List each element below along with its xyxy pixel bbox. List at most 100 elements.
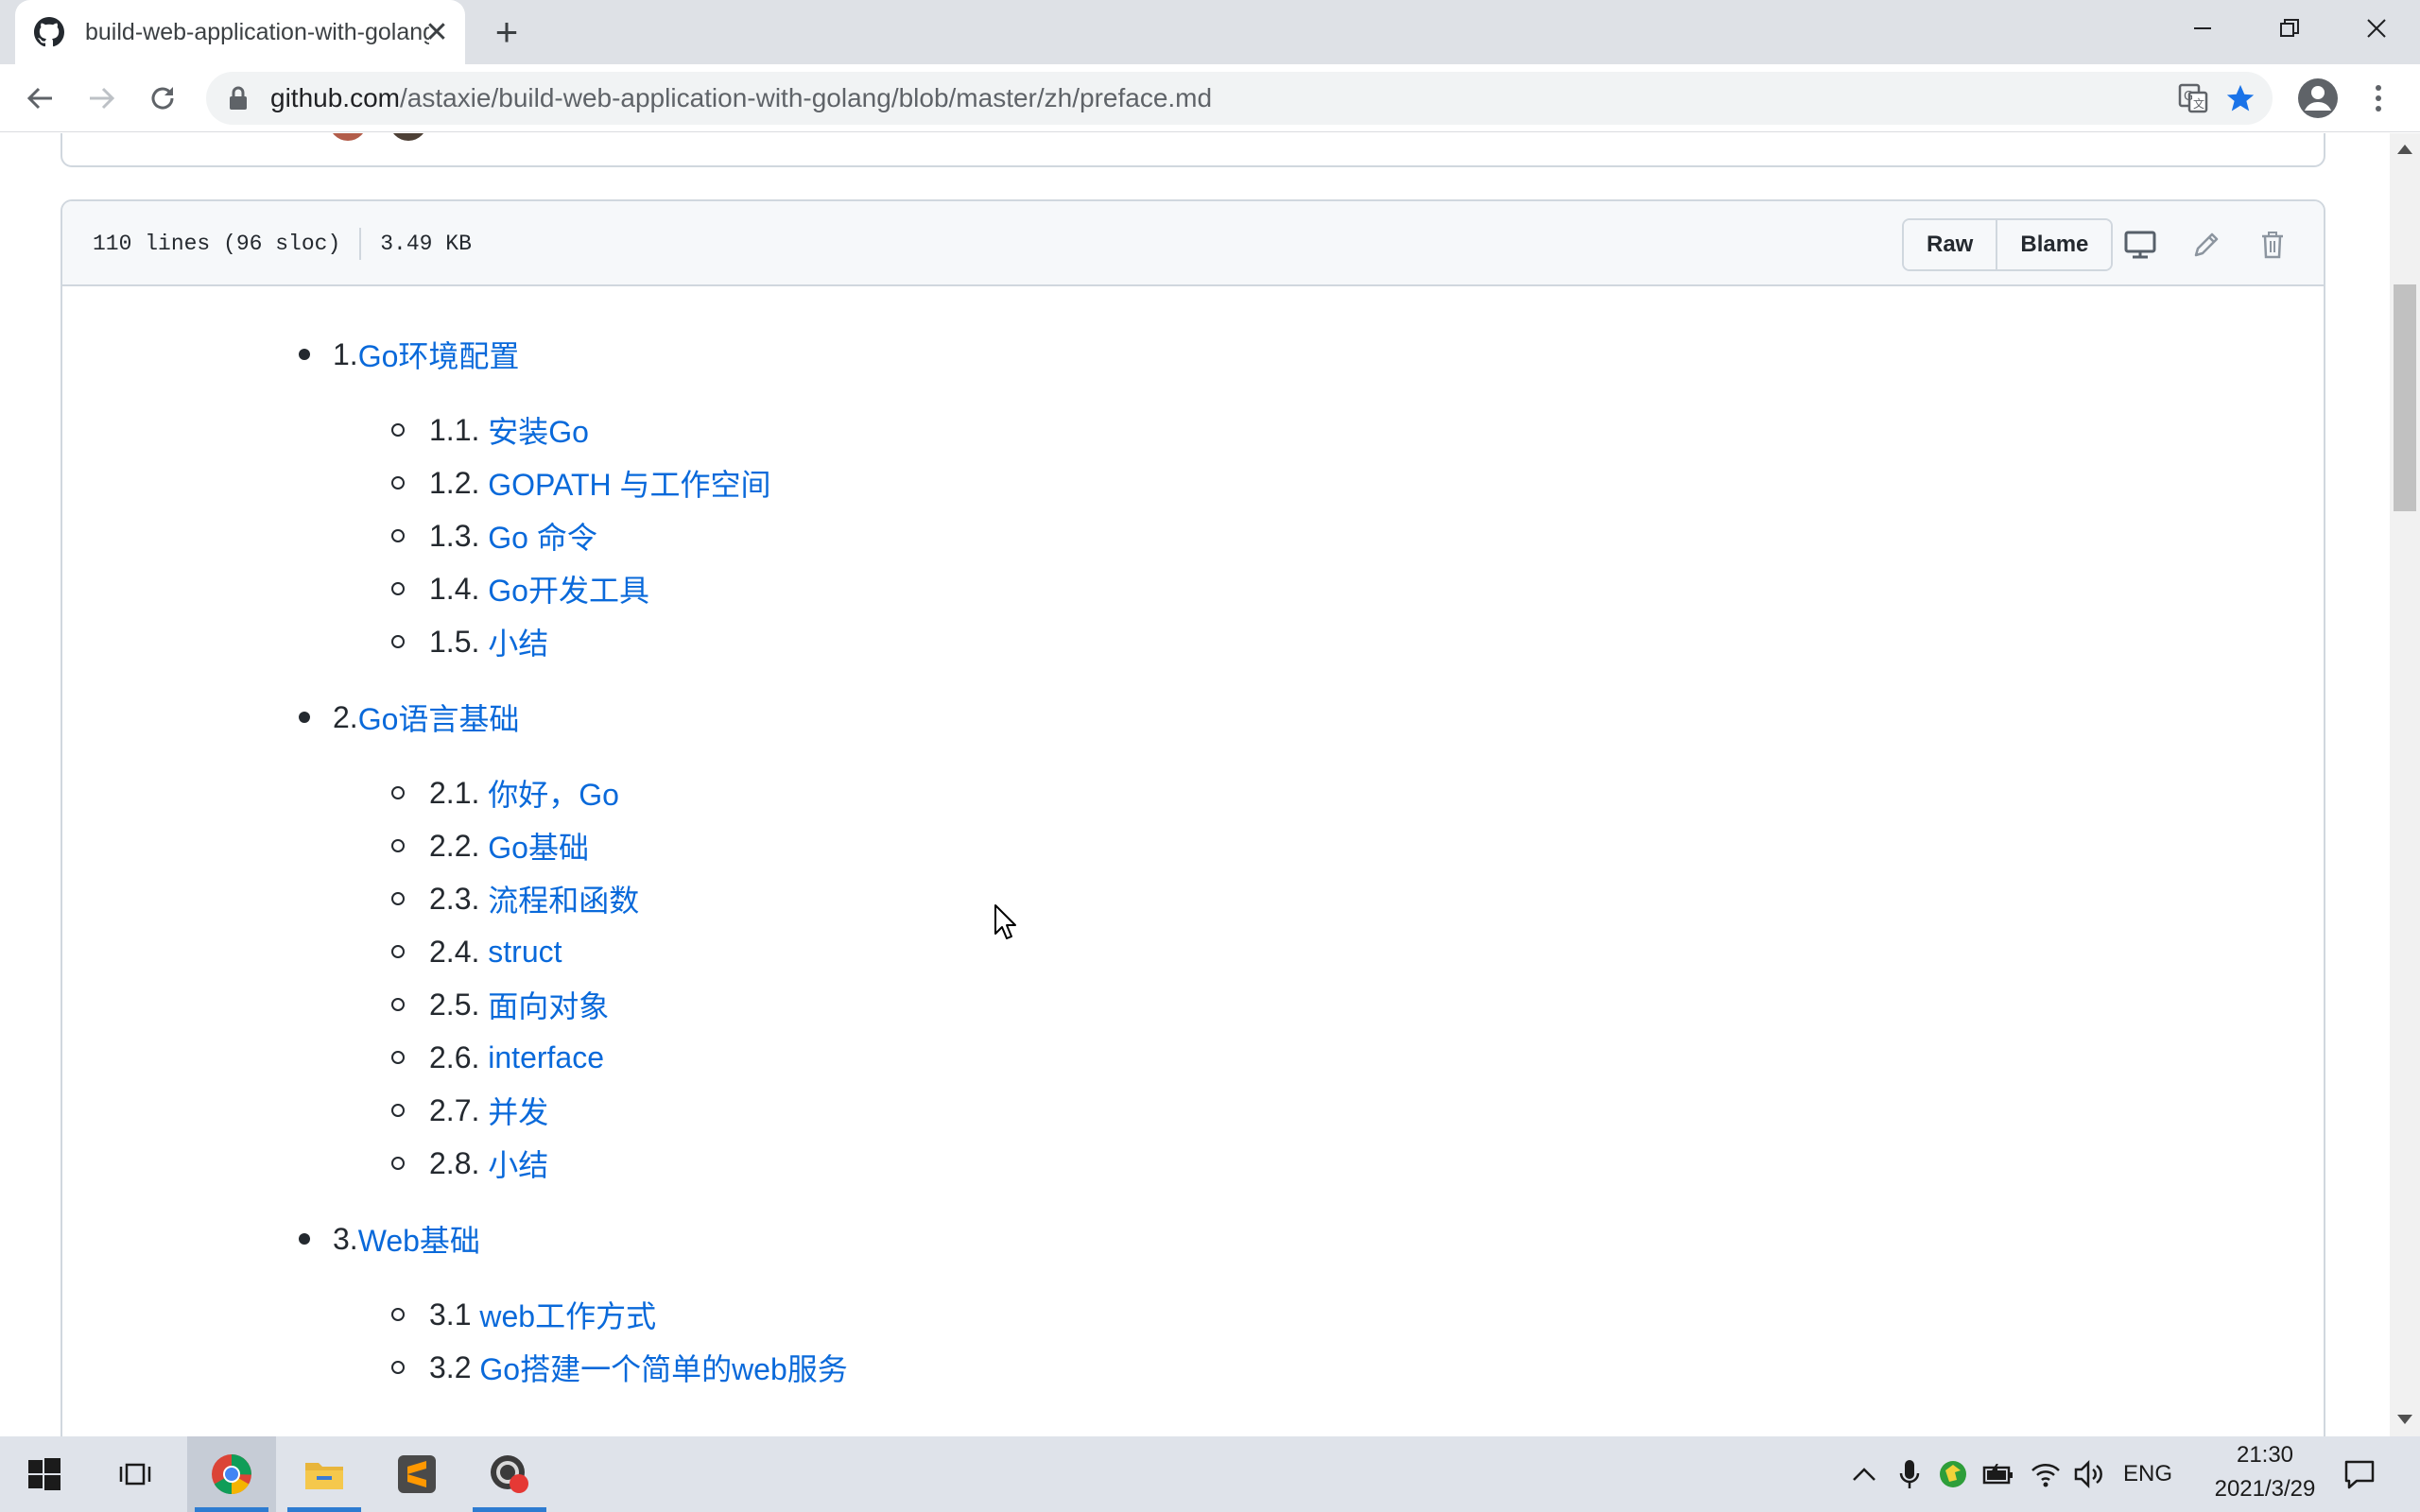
reload-button[interactable]: [142, 77, 183, 119]
toc-section-link[interactable]: Web基础: [358, 1217, 480, 1261]
minimize-button[interactable]: [2159, 0, 2246, 57]
input-language[interactable]: ENG: [2123, 1461, 2172, 1487]
battery-icon[interactable]: [1981, 1457, 2015, 1491]
clock-time[interactable]: 21:30: [2220, 1442, 2310, 1469]
clock-date[interactable]: 2021/3/29: [2193, 1476, 2337, 1503]
tab-title: build-web-application-with-golang: [85, 18, 429, 45]
toc-item-link[interactable]: 并发: [488, 1089, 548, 1132]
browser-tab-bar: build-web-application-with-golang ✕ +: [0, 0, 2420, 64]
bullet-circle: [391, 529, 405, 542]
task-view-button[interactable]: [91, 1436, 180, 1512]
show-hidden-icons-button[interactable]: [1847, 1457, 1881, 1491]
active-indicator: [195, 1507, 268, 1512]
toc-item-link[interactable]: Go 命令: [488, 514, 597, 558]
scrollbar-thumb[interactable]: [2394, 284, 2416, 511]
bullet-circle: [391, 582, 405, 595]
toc-item-link[interactable]: web工作方式: [479, 1293, 656, 1336]
toc-section: 3. Web基础: [299, 1218, 480, 1260]
close-tab-icon[interactable]: ✕: [422, 17, 452, 48]
svg-text:G: G: [2184, 90, 2193, 104]
browser-tab[interactable]: build-web-application-with-golang ✕: [15, 0, 465, 64]
toc-item: 1.1. 安装Go: [391, 409, 589, 451]
scroll-up-arrow-icon[interactable]: [2397, 145, 2412, 154]
toc-section-number: 2.: [333, 699, 358, 734]
file-header: 110 lines (96 sloc) 3.49 KB Raw Blame: [62, 201, 2324, 286]
menu-button[interactable]: [2360, 77, 2397, 119]
forward-button[interactable]: [81, 77, 123, 119]
volume-icon[interactable]: [2072, 1457, 2106, 1491]
trash-icon[interactable]: [2254, 226, 2291, 264]
pencil-glyph: [2194, 232, 2219, 257]
toc-item-link[interactable]: 面向对象: [488, 983, 609, 1026]
close-window-button[interactable]: [2333, 0, 2420, 57]
raw-button[interactable]: Raw: [1904, 220, 1996, 269]
bullet-circle: [391, 635, 405, 648]
network-app-icon[interactable]: [1936, 1457, 1970, 1491]
taskbar-sublime-text[interactable]: [372, 1436, 461, 1512]
toc-item-number: 2.3.: [429, 881, 489, 916]
windows-logo-icon: [28, 1458, 60, 1490]
toc-item-link[interactable]: struct: [488, 935, 562, 970]
scroll-down-arrow-icon[interactable]: [2397, 1415, 2412, 1424]
toc-item-number: 1.2.: [429, 465, 489, 500]
contributor-avatar[interactable]: [329, 133, 367, 141]
address-bar[interactable]: github.com/astaxie/build-web-application…: [206, 72, 2273, 125]
translate-icon[interactable]: G 文: [2176, 81, 2210, 115]
toc-section-link[interactable]: Go语言基础: [358, 696, 520, 739]
new-tab-button[interactable]: +: [488, 12, 526, 52]
divider: [359, 228, 362, 260]
start-button[interactable]: [0, 1436, 89, 1512]
restore-button[interactable]: [2246, 0, 2333, 57]
toc-item-link[interactable]: Go搭建一个简单的web服务: [479, 1346, 847, 1389]
browser-toolbar: github.com/astaxie/build-web-application…: [0, 64, 2420, 132]
vertical-scrollbar[interactable]: [2390, 133, 2420, 1436]
bullet-disc: [299, 349, 310, 360]
file-size: 3.49 KB: [380, 232, 472, 256]
toc-item-link[interactable]: GOPATH 与工作空间: [488, 461, 770, 505]
blame-button[interactable]: Blame: [1996, 220, 2112, 269]
profile-button[interactable]: [2295, 76, 2341, 121]
restore-icon: [2280, 19, 2299, 37]
toc-item-link[interactable]: 你好，Go: [488, 771, 619, 815]
active-indicator: [473, 1507, 546, 1512]
task-view-icon: [119, 1463, 151, 1486]
url-path: /astaxie/build-web-application-with-gola…: [399, 83, 1213, 112]
toc-item-link[interactable]: 流程和函数: [488, 877, 639, 920]
wifi-icon[interactable]: [2029, 1457, 2063, 1491]
microphone-icon[interactable]: [1893, 1457, 1927, 1491]
bookmark-star-icon[interactable]: [2223, 81, 2257, 115]
file-info: 110 lines (96 sloc) 3.49 KB: [93, 228, 472, 260]
toc-item: 3.2 Go搭建一个简单的web服务: [391, 1347, 848, 1388]
toc-item-number: 2.2.: [429, 828, 489, 863]
back-button[interactable]: [19, 77, 60, 119]
toc-item-link[interactable]: Go基础: [488, 824, 589, 868]
bullet-circle: [391, 1308, 405, 1321]
taskbar-screen-recorder[interactable]: [465, 1436, 554, 1512]
desktop-icon[interactable]: [2121, 226, 2159, 264]
taskbar-file-explorer[interactable]: [280, 1436, 369, 1512]
toc-item-number: 2.1.: [429, 775, 489, 810]
toc-section-link[interactable]: Go环境配置: [358, 333, 520, 376]
sublime-text-icon: [398, 1455, 436, 1493]
notifications-button[interactable]: [2342, 1457, 2377, 1491]
contributor-avatar[interactable]: [389, 133, 427, 141]
battery-glyph: [1982, 1464, 2013, 1485]
toc-item-number: 1.3.: [429, 518, 489, 553]
url-text: github.com/astaxie/build-web-application…: [270, 83, 1212, 113]
wifi-glyph: [2031, 1464, 2060, 1487]
toc-item-link[interactable]: 安装Go: [488, 408, 589, 452]
toc-item-link[interactable]: 小结: [488, 1142, 548, 1185]
toc-item: 1.4. Go开发工具: [391, 568, 649, 610]
commit-contributors-box: [60, 133, 2325, 167]
arrow-left-icon: [26, 87, 52, 110]
bullet-circle: [391, 945, 405, 958]
taskbar-chrome[interactable]: [187, 1436, 276, 1512]
profile-avatar-icon: [2298, 78, 2338, 118]
minimize-icon: [2194, 27, 2211, 29]
pencil-icon[interactable]: [2187, 226, 2225, 264]
toc-item-link[interactable]: 小结: [488, 620, 548, 663]
toc-item-link[interactable]: Go开发工具: [488, 567, 649, 610]
toc-item-link[interactable]: interface: [488, 1040, 604, 1075]
bullet-circle: [391, 786, 405, 799]
toc-item: 2.7. 并发: [391, 1090, 548, 1131]
